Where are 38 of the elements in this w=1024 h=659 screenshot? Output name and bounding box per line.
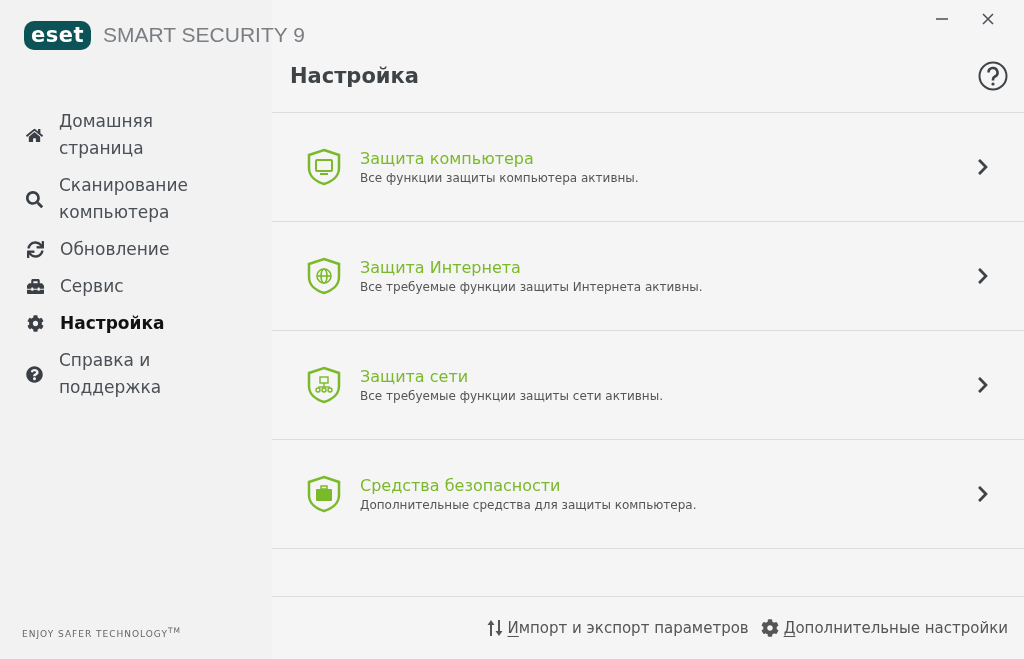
nav-item[interactable]: Домашняя страница (26, 106, 226, 164)
page-title: Настройка (290, 64, 419, 88)
shield-globe-icon (306, 257, 342, 295)
nav-item[interactable]: Настройка (26, 308, 226, 339)
nav-item[interactable]: Сканирование компьютера (26, 170, 226, 228)
close-icon[interactable] (980, 11, 996, 27)
shield-monitor-icon (306, 148, 342, 186)
house-icon (26, 126, 43, 144)
footer-link[interactable]: Дополнительные настройки (760, 619, 1008, 637)
brand-logo: eset (24, 20, 92, 50)
section-description: Все функции защиты компьютера активны. (360, 171, 640, 185)
section-description: Все требуемые функции защиты сети активны. (360, 389, 664, 403)
refresh-icon (26, 241, 44, 258)
section-description: Дополнительные средства для защиты компьютера. (360, 498, 698, 512)
footer-link[interactable]: Импорт и экспорт параметров (486, 619, 749, 637)
nav-item[interactable]: Обновление (26, 234, 226, 265)
up-down-arrows-icon (486, 619, 503, 637)
shield-network-icon (306, 366, 342, 404)
settings-icon (26, 315, 44, 332)
nav-item[interactable]: Сервис (26, 271, 226, 302)
help-icon (26, 365, 43, 383)
section-title: Защита компьютера (360, 149, 535, 168)
tagline: ENJOY SAFER TECHNOLOGY$^{TM}$ (22, 626, 182, 639)
toolbox-icon (26, 278, 44, 295)
settings-section[interactable]: Защита сети Все требуемые функции защиты сети активны. (272, 331, 1024, 440)
section-title: Защита сети (360, 367, 470, 386)
section-description: Все требуемые функции защиты Интернета активны. (360, 280, 704, 294)
settings-section[interactable]: Защита Интернета Все требуемые функции защиты Интернета активны. (272, 222, 1024, 331)
settings-section[interactable]: Защита компьютера Все функции защиты компьютера активны. (272, 113, 1024, 222)
nav-item[interactable]: Справка и поддержка (26, 345, 226, 403)
product-name: SMART SECURITY 9 (103, 23, 305, 47)
section-title: Защита Интернета (360, 258, 522, 277)
settings-icon (760, 619, 779, 637)
section-title: Средства безопасности (360, 476, 562, 495)
settings-section[interactable]: Средства безопасности Дополнительные средства для защиты компьютера. (272, 440, 1024, 549)
search-icon (26, 190, 43, 208)
help-icon[interactable] (978, 61, 1008, 91)
shield-toolbox-icon (306, 475, 342, 513)
